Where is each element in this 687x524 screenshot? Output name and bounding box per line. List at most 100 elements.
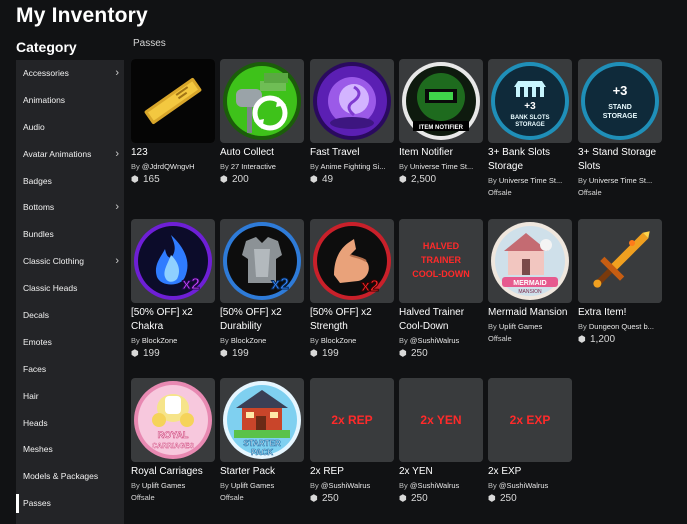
item-card[interactable]: +3 STAND STORAGE 3+ Stand Storage Slots By… — [578, 59, 662, 199]
sidebar-item-hair[interactable]: Hair — [16, 383, 124, 410]
item-card[interactable]: x2 [50% OFF] x2 Strength By BlockZone ⬢ 199 — [310, 219, 394, 360]
item-creator[interactable]: By Uplift Games — [131, 480, 215, 492]
sidebar-item-emotes[interactable]: Emotes — [16, 329, 124, 356]
sidebar-item-passes[interactable]: Passes — [16, 490, 124, 517]
sidebar-item-bundles[interactable]: Bundles — [16, 221, 124, 248]
starter-house-icon[interactable]: STARTER PACK — [220, 378, 304, 462]
sidebar-item-animations[interactable]: Animations — [16, 87, 124, 114]
item-creator[interactable]: By Anime Fighting Si... — [310, 161, 394, 173]
mailbox-autocollect-icon[interactable] — [220, 59, 304, 143]
item-name[interactable]: Extra Item! — [578, 306, 662, 320]
creator-name[interactable]: Universe Time St... — [499, 176, 562, 185]
sidebar-item-bottoms[interactable]: Bottoms › — [16, 194, 124, 221]
item-creator[interactable]: By @SushiWalrus — [399, 480, 483, 492]
golden-sword-icon[interactable] — [578, 219, 662, 303]
sidebar-item-heads[interactable]: Heads — [16, 410, 124, 437]
mermaid-mansion-icon[interactable]: MERMAID MANSION — [488, 219, 572, 303]
item-creator[interactable]: By @JdrdQWngvH — [131, 161, 215, 173]
creator-name[interactable]: @SushiWalrus — [410, 336, 459, 345]
item-card[interactable]: HALVED TRAINER COOL-DOWN Halved Trainer C… — [399, 219, 483, 360]
item-creator[interactable]: By Uplift Games — [220, 480, 304, 492]
item-creator[interactable]: By Universe Time St... — [399, 161, 483, 173]
item-creator[interactable]: By Uplift Games — [488, 321, 572, 333]
sidebar-item-badges[interactable]: Badges — [16, 168, 124, 195]
item-name[interactable]: Royal Carriages — [131, 465, 215, 479]
creator-name[interactable]: @SushiWalrus — [499, 481, 548, 490]
text-thumbnail[interactable]: 2x REP — [310, 378, 394, 462]
item-name[interactable]: Mermaid Mansion — [488, 306, 572, 320]
item-card[interactable]: 2x YEN 2x YEN By @SushiWalrus ⬢ 250 — [399, 378, 483, 505]
item-name[interactable]: 2x REP — [310, 465, 394, 479]
item-card[interactable]: STARTER PACK Starter Pack By Uplift Games O… — [220, 378, 304, 504]
text-thumbnail[interactable]: 2x YEN — [399, 378, 483, 462]
item-creator[interactable]: By Universe Time St... — [578, 175, 662, 187]
sidebar-item-models-packages[interactable]: Models & Packages — [16, 463, 124, 490]
item-name[interactable]: Item Notifier — [399, 146, 483, 160]
item-card[interactable]: x2 [50% OFF] x2 Chakra By BlockZone ⬢ 199 — [131, 219, 215, 360]
item-name[interactable]: [50% OFF] x2 Durability — [220, 306, 304, 334]
item-name[interactable]: 123 — [131, 146, 215, 160]
item-card[interactable]: 2x REP 2x REP By @SushiWalrus ⬢ 250 — [310, 378, 394, 505]
item-creator[interactable]: By BlockZone — [310, 335, 394, 347]
golden-ticket-icon[interactable] — [131, 59, 215, 143]
item-name[interactable]: [50% OFF] x2 Chakra — [131, 306, 215, 334]
item-card[interactable]: Extra Item! By Dungeon Quest b... ⬢ 1,200 — [578, 219, 662, 346]
item-card[interactable]: +3 BANK SLOTS STORAGE 3+ Bank Slots Stora… — [488, 59, 572, 199]
creator-name[interactable]: BlockZone — [142, 336, 177, 345]
item-card[interactable]: Fast Travel By Anime Fighting Si... ⬢ 49 — [310, 59, 394, 186]
creator-name[interactable]: Uplift Games — [499, 322, 542, 331]
creator-name[interactable]: Universe Time St... — [410, 162, 473, 171]
item-creator[interactable]: By Universe Time St... — [488, 175, 572, 187]
text-thumbnail[interactable]: HALVED TRAINER COOL-DOWN — [399, 219, 483, 303]
sidebar-item-decals[interactable]: Decals — [16, 302, 124, 329]
sidebar-item-faces[interactable]: Faces — [16, 356, 124, 383]
sidebar-item-meshes[interactable]: Meshes — [16, 436, 124, 463]
creator-name[interactable]: @JdrdQWngvH — [142, 162, 195, 171]
item-creator[interactable]: By BlockZone — [220, 335, 304, 347]
royal-carriage-icon[interactable]: ROYAL CARRIAGES — [131, 378, 215, 462]
item-name[interactable]: 2x EXP — [488, 465, 572, 479]
item-card[interactable]: ITEM NOTIFIER Item Notifier By Universe Ti… — [399, 59, 483, 186]
bank-storage-icon[interactable]: +3 BANK SLOTS STORAGE — [488, 59, 572, 143]
item-name[interactable]: 3+ Bank Slots Storage — [488, 146, 572, 174]
text-thumbnail[interactable]: 2x EXP — [488, 378, 572, 462]
creator-name[interactable]: Uplift Games — [231, 481, 274, 490]
item-name[interactable]: Starter Pack — [220, 465, 304, 479]
item-card[interactable]: x2 [50% OFF] x2 Durability By BlockZone ⬢ 19… — [220, 219, 304, 360]
item-creator[interactable]: By Dungeon Quest b... — [578, 321, 662, 333]
item-name[interactable]: Auto Collect — [220, 146, 304, 160]
muscle-arm-icon[interactable]: x2 — [310, 219, 394, 303]
item-card[interactable]: MERMAID MANSION Mermaid Mansion By Uplift … — [488, 219, 572, 345]
item-name[interactable]: 2x YEN — [399, 465, 483, 479]
creator-name[interactable]: Anime Fighting Si... — [320, 162, 385, 171]
creator-name[interactable]: BlockZone — [231, 336, 266, 345]
item-name[interactable]: 3+ Stand Storage Slots — [578, 146, 662, 174]
item-notifier-icon[interactable]: ITEM NOTIFIER — [399, 59, 483, 143]
item-name[interactable]: Halved Trainer Cool-Down — [399, 306, 483, 334]
blue-flame-icon[interactable]: x2 — [131, 219, 215, 303]
sidebar-item-audio[interactable]: Audio — [16, 114, 124, 141]
sidebar-item-accessories[interactable]: Accessories › — [16, 60, 124, 87]
item-card[interactable]: 123 By @JdrdQWngvH ⬢ 165 — [131, 59, 215, 186]
sidebar-item-classic-heads[interactable]: Classic Heads — [16, 275, 124, 302]
creator-name[interactable]: Uplift Games — [142, 481, 185, 490]
item-name[interactable]: Fast Travel — [310, 146, 394, 160]
sidebar-item-avatar-animations[interactable]: Avatar Animations › — [16, 141, 124, 168]
item-creator[interactable]: By BlockZone — [131, 335, 215, 347]
item-card[interactable]: ROYAL CARRIAGES Royal Carriages By Uplift … — [131, 378, 215, 504]
stand-storage-icon[interactable]: +3 STAND STORAGE — [578, 59, 662, 143]
item-creator[interactable]: By 27 Interactive — [220, 161, 304, 173]
portal-swirl-icon[interactable] — [310, 59, 394, 143]
armor-icon[interactable]: x2 — [220, 219, 304, 303]
creator-name[interactable]: 27 Interactive — [231, 162, 276, 171]
item-name[interactable]: [50% OFF] x2 Strength — [310, 306, 394, 334]
creator-name[interactable]: BlockZone — [321, 336, 356, 345]
creator-name[interactable]: @SushiWalrus — [410, 481, 459, 490]
item-card[interactable]: Auto Collect By 27 Interactive ⬢ 200 — [220, 59, 304, 186]
sidebar-item-classic-clothing[interactable]: Classic Clothing › — [16, 248, 124, 275]
item-creator[interactable]: By @SushiWalrus — [399, 335, 483, 347]
item-creator[interactable]: By @SushiWalrus — [310, 480, 394, 492]
creator-name[interactable]: Universe Time St... — [589, 176, 652, 185]
creator-name[interactable]: Dungeon Quest b... — [589, 322, 654, 331]
creator-name[interactable]: @SushiWalrus — [321, 481, 370, 490]
